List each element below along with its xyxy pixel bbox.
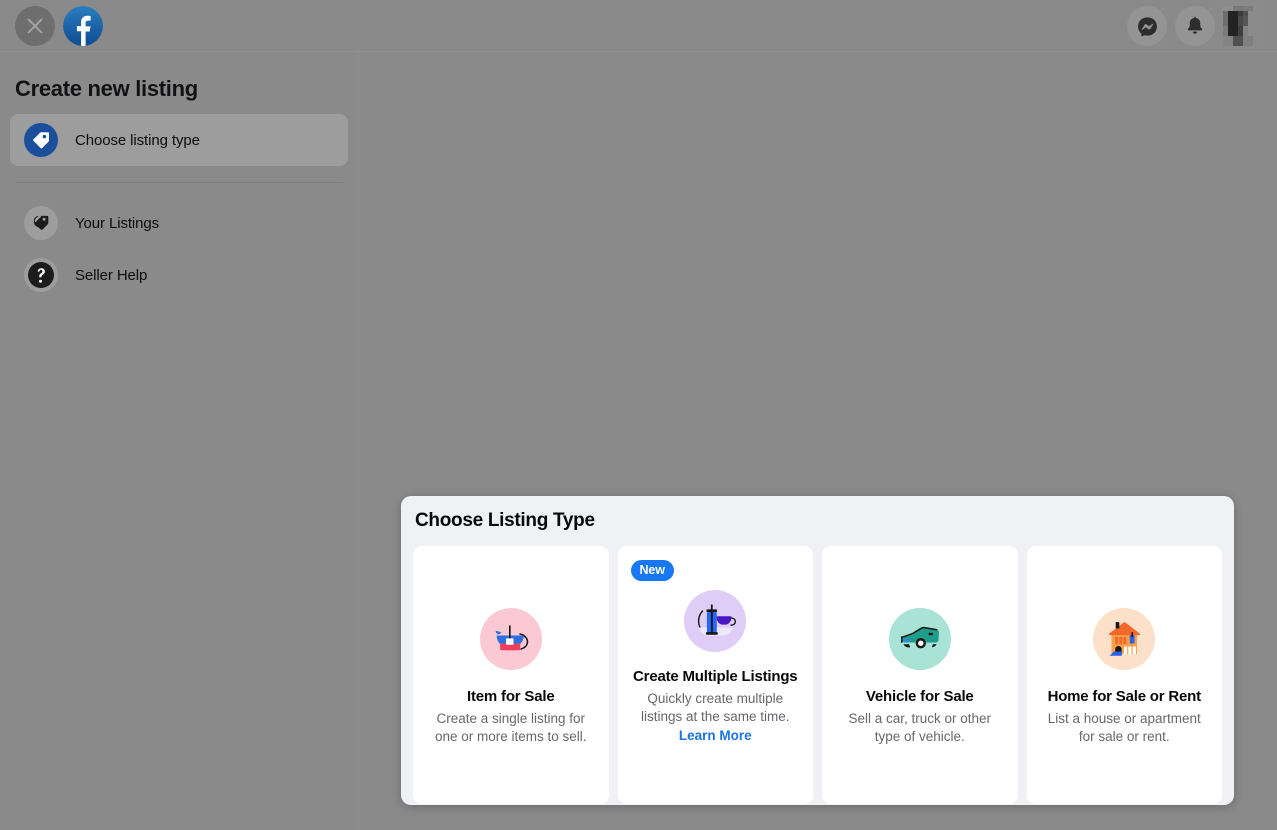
card-description: Sell a car, truck or other type of vehic…	[836, 710, 1004, 746]
avatar[interactable]	[1223, 6, 1263, 46]
top-header-bar	[0, 0, 1277, 52]
house-icon	[1093, 608, 1155, 670]
card-title: Item for Sale	[467, 687, 554, 707]
notifications-button[interactable]	[1175, 6, 1215, 46]
learn-more-link[interactable]: Learn More	[679, 728, 752, 743]
header-actions	[1127, 6, 1263, 46]
listing-type-card-create-multiple-listings[interactable]: New Create Multiple Listings	[618, 546, 814, 804]
tags-icon	[24, 206, 58, 240]
facebook-logo-icon	[63, 6, 103, 46]
sidebar-item-label: Your Listings	[75, 215, 159, 232]
card-description: Create a single listing for one or more …	[427, 710, 595, 746]
listing-type-card-list: Item for Sale Create a single listing fo…	[413, 546, 1222, 804]
app-screen: Create new listing Choose listing type Y…	[0, 0, 1277, 830]
listing-type-card-vehicle-for-sale[interactable]: Vehicle for Sale Sell a car, truck or ot…	[822, 546, 1018, 804]
sidebar-item-your-listings[interactable]: Your Listings	[10, 197, 348, 249]
card-description: Quickly create multiple listings at the …	[632, 690, 800, 726]
sidebar-item-choose-listing-type[interactable]: Choose listing type	[10, 114, 348, 166]
sidebar-item-seller-help[interactable]: Seller Help	[10, 249, 348, 301]
listing-type-card-home-for-sale-or-rent[interactable]: Home for Sale or Rent List a house or ap…	[1027, 546, 1223, 804]
page-title: Create new listing	[10, 52, 348, 114]
teapot-icon	[480, 608, 542, 670]
card-title: Create Multiple Listings	[633, 667, 797, 687]
card-description: List a house or apartment for sale or re…	[1041, 710, 1209, 746]
dialog-title: Choose Listing Type	[413, 510, 1222, 546]
sidebar-item-label: Choose listing type	[75, 132, 200, 149]
french-press-icon	[684, 590, 746, 652]
messenger-button[interactable]	[1127, 6, 1167, 46]
sidebar: Create new listing Choose listing type Y…	[0, 52, 359, 830]
sidebar-item-label: Seller Help	[75, 267, 147, 284]
facebook-logo-button[interactable]	[63, 6, 103, 46]
user-avatar-icon	[1223, 6, 1263, 46]
card-title: Home for Sale or Rent	[1048, 687, 1201, 707]
new-badge: New	[631, 560, 674, 581]
choose-listing-type-dialog: Choose Listing Type Item for Sale	[401, 496, 1234, 805]
question-mark-icon	[24, 258, 58, 292]
close-x-icon	[26, 17, 44, 35]
sidebar-divider	[15, 182, 343, 183]
car-icon	[889, 608, 951, 670]
card-title: Vehicle for Sale	[866, 687, 974, 707]
messenger-icon	[1137, 16, 1158, 37]
bell-icon	[1185, 16, 1205, 36]
listing-type-card-item-for-sale[interactable]: Item for Sale Create a single listing fo…	[413, 546, 609, 804]
price-tag-icon	[24, 123, 58, 157]
close-button[interactable]	[15, 6, 55, 46]
